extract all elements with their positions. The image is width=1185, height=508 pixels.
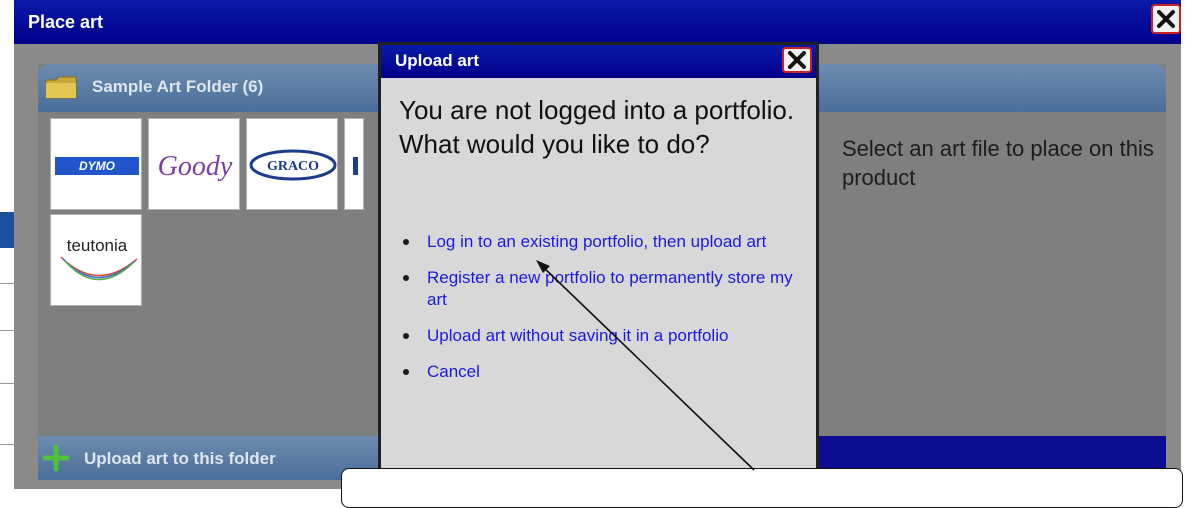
svg-text:DYMO: DYMO <box>79 159 116 173</box>
bullet <box>403 369 409 375</box>
option-upload-without-saving[interactable]: Upload art without saving it in a portfo… <box>399 325 799 347</box>
folder-icon <box>45 76 77 99</box>
bullet <box>403 275 409 281</box>
background-divider <box>0 283 14 284</box>
goody-logo: Goody <box>158 151 233 182</box>
close-icon <box>1157 10 1175 28</box>
svg-text:GRACO: GRACO <box>267 159 319 174</box>
bullet <box>403 333 409 339</box>
dialog-options-list: Log in to an existing portfolio, then up… <box>399 231 799 397</box>
option-cancel[interactable]: Cancel <box>399 361 799 383</box>
background-page-strip <box>0 0 14 489</box>
art-thumbnail-teutonia[interactable]: teutonia <box>50 214 142 306</box>
upload-art-label: Upload art to this folder <box>84 449 276 468</box>
art-thumbnail-dymo[interactable]: DYMO <box>50 118 142 210</box>
window-close-button[interactable] <box>1151 4 1181 34</box>
option-label: Log in to an existing portfolio, then up… <box>427 232 767 251</box>
plus-icon <box>42 444 70 472</box>
art-thumbnail-graco[interactable]: GRACO <box>246 118 338 210</box>
background-divider <box>0 383 14 384</box>
option-register-portfolio[interactable]: Register a new portfolio to permanently … <box>399 267 799 311</box>
art-thumbnail-partial[interactable] <box>344 118 364 210</box>
svg-text:Goody: Goody <box>158 151 233 182</box>
teutonia-logo: teutonia <box>60 236 138 281</box>
window-title: Place art <box>28 12 104 32</box>
background-divider <box>0 330 14 331</box>
dialog-title-bar: Upload art <box>381 45 816 78</box>
option-login-portfolio[interactable]: Log in to an existing portfolio, then up… <box>399 231 799 253</box>
svg-text:teutonia: teutonia <box>67 236 128 255</box>
dialog-close-button[interactable] <box>782 47 812 73</box>
folder-label: Sample Art Folder (6) <box>92 77 264 96</box>
graco-logo: GRACO <box>249 149 337 181</box>
background-divider <box>0 444 14 445</box>
option-label: Upload art without saving it in a portfo… <box>427 326 729 345</box>
dialog-question: You are not logged into a portfolio. Wha… <box>399 95 795 159</box>
dialog-title: Upload art <box>395 51 480 70</box>
bullet <box>403 239 409 245</box>
close-icon <box>788 51 806 69</box>
art-thumbnail-goody[interactable]: Goody <box>148 118 240 210</box>
option-label: Cancel <box>427 362 480 381</box>
dymo-logo: DYMO <box>55 157 139 175</box>
background-blue-band <box>0 212 14 248</box>
window-title-bar: Place art <box>14 0 1181 44</box>
upload-art-dialog: Upload art You are not logged into a por… <box>378 42 819 489</box>
partial-logo <box>353 157 358 175</box>
select-art-hint: Select an art file to place on this prod… <box>842 136 1154 190</box>
annotation-callout-box <box>341 468 1183 508</box>
option-label: Register a new portfolio to permanently … <box>427 268 793 309</box>
